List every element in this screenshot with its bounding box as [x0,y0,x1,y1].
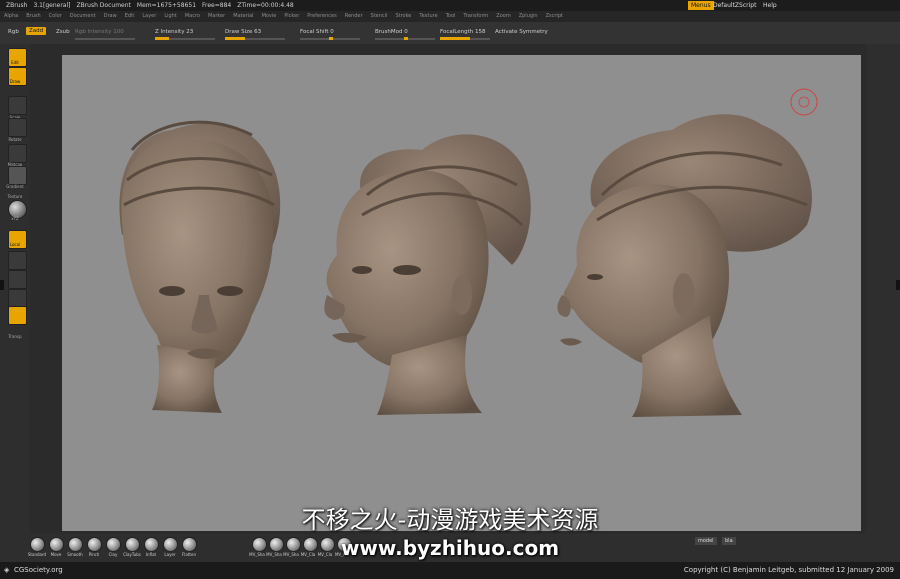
transp-label: Transp [8,334,22,339]
menu-item-texture[interactable]: Texture [419,13,437,19]
focal-shift-slider[interactable]: Focal Shift 0 [300,29,334,35]
right-tray-handle[interactable] [896,280,900,290]
watermark-url: www.byzhihuo.com [340,536,560,560]
z-intensity-fill [155,37,169,40]
right-shelf [866,44,900,534]
menu-item-tool[interactable]: Tool [446,13,456,19]
menu-item-zplugin[interactable]: Zplugin [519,13,538,19]
footer-site: CGSociety.org [14,566,63,574]
zadd-toggle[interactable]: Zadd [26,27,47,35]
draw-label: Draw [9,79,21,84]
menu-item-macro[interactable]: Macro [185,13,200,19]
rotate-button[interactable] [8,118,27,137]
sculpt-render [119,88,818,417]
menu-bar: Alpha Brush Color Document Draw Edit Layer Ligh… [0,11,900,22]
default-zscript-button[interactable]: DefaultZScript [710,1,759,10]
local-label: Local [9,242,21,247]
rotate-label: Rotate [8,137,22,142]
gradient-button[interactable] [8,166,27,185]
draw-size-slider[interactable]: Draw Size 63 [225,29,261,35]
document-canvas[interactable] [62,55,861,531]
gradient-label: Gradient [6,184,24,189]
menu-item-edit[interactable]: Edit [125,13,135,19]
menu-item-transform[interactable]: Transform [463,13,488,19]
document-name: ZBrush Document [76,2,131,9]
texture-label: Texture [7,194,23,199]
activate-symmetry-button[interactable]: Activate Symmetry [495,29,548,35]
focal-length-slider[interactable]: FocalLength 158 [440,29,485,35]
app-version: 3.1[general] [33,2,71,9]
menu-item-stencil[interactable]: Stencil [371,13,388,19]
menu-item-picker[interactable]: Picker [284,13,299,19]
material-button[interactable] [8,144,27,163]
draw-size-fill [225,37,245,40]
menu-item-preferences[interactable]: Preferences [307,13,336,19]
menu-item-draw[interactable]: Draw [104,13,117,19]
menu-item-color[interactable]: Color [49,13,62,19]
menu-item-alpha[interactable]: Alpha [4,13,18,19]
menu-item-marker[interactable]: Marker [208,13,225,19]
zsub-toggle[interactable]: Zsub [56,29,70,35]
menu-item-zscript[interactable]: Zscript [546,13,563,19]
rgb-toggle[interactable]: Rgb [8,29,19,35]
brushmod-fill [404,37,408,40]
brush-cursor [790,88,818,116]
menu-item-movie[interactable]: Movie [262,13,277,19]
menu-item-brush[interactable]: Brush [26,13,40,19]
free-readout: Free=884 [202,2,232,9]
title-bar: ZBrush 3.1[general] ZBrush Document Mem=167… [0,0,900,11]
menu-item-material[interactable]: Material [233,13,253,19]
scale-button[interactable] [8,96,27,115]
watermark-title: 不移之火-动漫游戏美术资源 [301,506,599,534]
xyz-label: xYZ [11,216,19,221]
menu-item-render[interactable]: Render [345,13,363,19]
menu-item-light[interactable]: Light [164,13,176,19]
footer-bar: ◈ CGSociety.org Copyright (C) Benjamin L… [0,562,900,579]
z-intensity-slider[interactable]: Z Intensity 23 [155,29,193,35]
head-side-profile-view [557,114,812,417]
left-tray-handle[interactable] [0,280,4,290]
head-front-view [119,120,281,413]
help-button[interactable]: Help [760,1,780,10]
focal-length-fill [440,37,470,40]
menu-item-layer[interactable]: Layer [142,13,156,19]
rgb-intensity-slider[interactable]: Rgb Intensity 100 [75,29,124,35]
polyframe-button[interactable] [8,306,27,325]
menu-item-document[interactable]: Document [70,13,96,19]
menu-item-stroke[interactable]: Stroke [395,13,411,19]
head-three-quarter-view [324,134,531,415]
menu-item-zoom[interactable]: Zoom [496,13,510,19]
focal-shift-fill [329,37,333,40]
cgsociety-logo: ◈ [4,566,10,574]
move-gizmo-button[interactable] [8,251,27,270]
app-name: ZBrush [6,2,28,9]
footer-copyright: Copyright (C) Benjamin Leitgeb, submitte… [683,566,894,574]
mem-readout: Mem=1675+58651 [136,2,197,9]
top-toolbar: Rgb Zadd Zsub Rgb Intensity 100 Z Intens… [0,22,900,44]
ztime-readout: ZTime=00:00:4.48 [237,2,294,9]
edit-label: Edit [11,60,19,65]
brushmod-slider[interactable]: BrushMod 0 [375,29,408,35]
left-shelf: Edit Draw Scale Rotate Matcap Gradient T… [0,44,30,534]
scale-gizmo-button[interactable] [8,270,27,289]
